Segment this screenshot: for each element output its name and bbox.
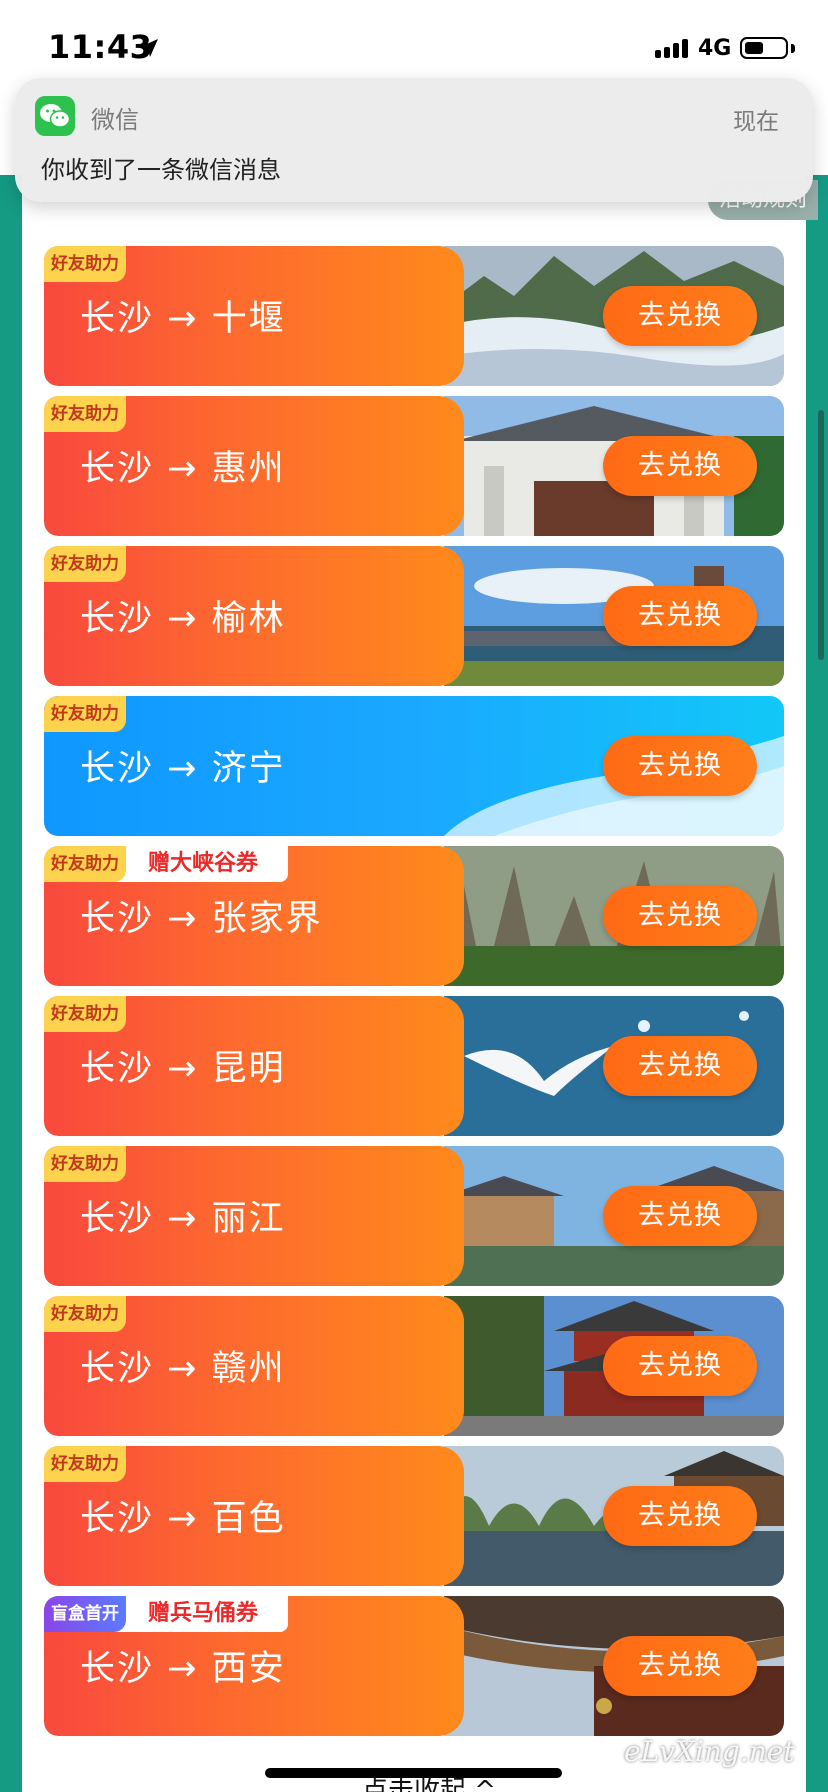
route-tag: 好友助力 (44, 696, 126, 732)
route-name: 长沙 → 西安 (80, 1649, 286, 1689)
scrollbar[interactable] (818, 410, 824, 660)
exchange-button[interactable]: 去兑换 (603, 1336, 757, 1396)
route-tag: 好友助力 (44, 846, 126, 882)
exchange-button[interactable]: 去兑换 (603, 286, 757, 346)
exchange-button[interactable]: 去兑换 (603, 1636, 757, 1696)
route-card[interactable]: 好友助力 长沙 → 丽江 去兑换 (44, 1146, 784, 1286)
route-tag: 好友助力 (44, 396, 126, 432)
route-name: 长沙 → 十堰 (80, 299, 286, 339)
exchange-button[interactable]: 去兑换 (603, 586, 757, 646)
exchange-button[interactable]: 去兑换 (603, 736, 757, 796)
exchange-button[interactable]: 去兑换 (603, 1486, 757, 1546)
battery-icon (740, 37, 788, 59)
route-tag: 好友助力 (44, 1446, 126, 1482)
app-screen: 11:43 4G 微信 现在 你收到了一条微信消息 活动规则 (0, 0, 828, 1792)
route-list: 好友助力 长沙 → 十堰 去兑换 好友助力 长沙 → 惠州 去兑换 好友助力 长… (44, 246, 784, 1746)
location-arrow-icon (140, 39, 158, 57)
route-name: 长沙 → 赣州 (80, 1349, 286, 1389)
status-bar: 11:43 4G (0, 0, 828, 100)
route-tag: 好友助力 (44, 996, 126, 1032)
exchange-button[interactable]: 去兑换 (603, 1186, 757, 1246)
exchange-button[interactable]: 去兑换 (603, 436, 757, 496)
status-time: 11:43 (48, 28, 153, 66)
watermark-text: eLvXing.net (624, 1735, 795, 1768)
notification-message: 你收到了一条微信消息 (41, 156, 281, 184)
route-name: 长沙 → 昆明 (80, 1049, 286, 1089)
promo-label: 赠兵马俑券 (114, 1596, 288, 1632)
notification-app-name: 微信 (91, 106, 139, 134)
home-indicator[interactable] (265, 1768, 562, 1778)
route-name: 长沙 → 张家界 (80, 899, 323, 939)
route-name: 长沙 → 丽江 (80, 1199, 286, 1239)
route-tag: 好友助力 (44, 1146, 126, 1182)
route-card[interactable]: 好友助力 长沙 → 惠州 去兑换 (44, 396, 784, 536)
promo-label: 赠大峡谷券 (114, 846, 288, 882)
route-name: 长沙 → 榆林 (80, 599, 286, 639)
route-card[interactable]: 好友助力 长沙 → 百色 去兑换 (44, 1446, 784, 1586)
route-card[interactable]: 好友助力 长沙 → 济宁 去兑换 (44, 696, 784, 836)
route-tag: 盲盒首开 (44, 1596, 126, 1632)
exchange-button[interactable]: 去兑换 (603, 1036, 757, 1096)
battery-tip (791, 44, 795, 53)
route-card[interactable]: 赠兵马俑券 盲盒首开 长沙 → 西安 去兑换 (44, 1596, 784, 1736)
route-name: 长沙 → 百色 (80, 1499, 286, 1539)
notification-time: 现在 (733, 109, 779, 135)
cellular-signal-icon (655, 38, 688, 58)
route-tag: 好友助力 (44, 246, 126, 282)
route-card[interactable]: 好友助力 长沙 → 十堰 去兑换 (44, 246, 784, 386)
route-card[interactable]: 赠大峡谷券 好友助力 长沙 → 张家界 去兑换 (44, 846, 784, 986)
route-tag: 好友助力 (44, 546, 126, 582)
route-card[interactable]: 好友助力 长沙 → 赣州 去兑换 (44, 1296, 784, 1436)
route-name: 长沙 → 济宁 (80, 749, 286, 789)
route-tag: 好友助力 (44, 1296, 126, 1332)
route-name: 长沙 → 惠州 (80, 449, 286, 489)
network-type: 4G (698, 36, 732, 61)
wechat-app-icon (35, 96, 75, 136)
route-card[interactable]: 好友助力 长沙 → 昆明 去兑换 (44, 996, 784, 1136)
route-card[interactable]: 好友助力 长沙 → 榆林 去兑换 (44, 546, 784, 686)
exchange-button[interactable]: 去兑换 (603, 886, 757, 946)
